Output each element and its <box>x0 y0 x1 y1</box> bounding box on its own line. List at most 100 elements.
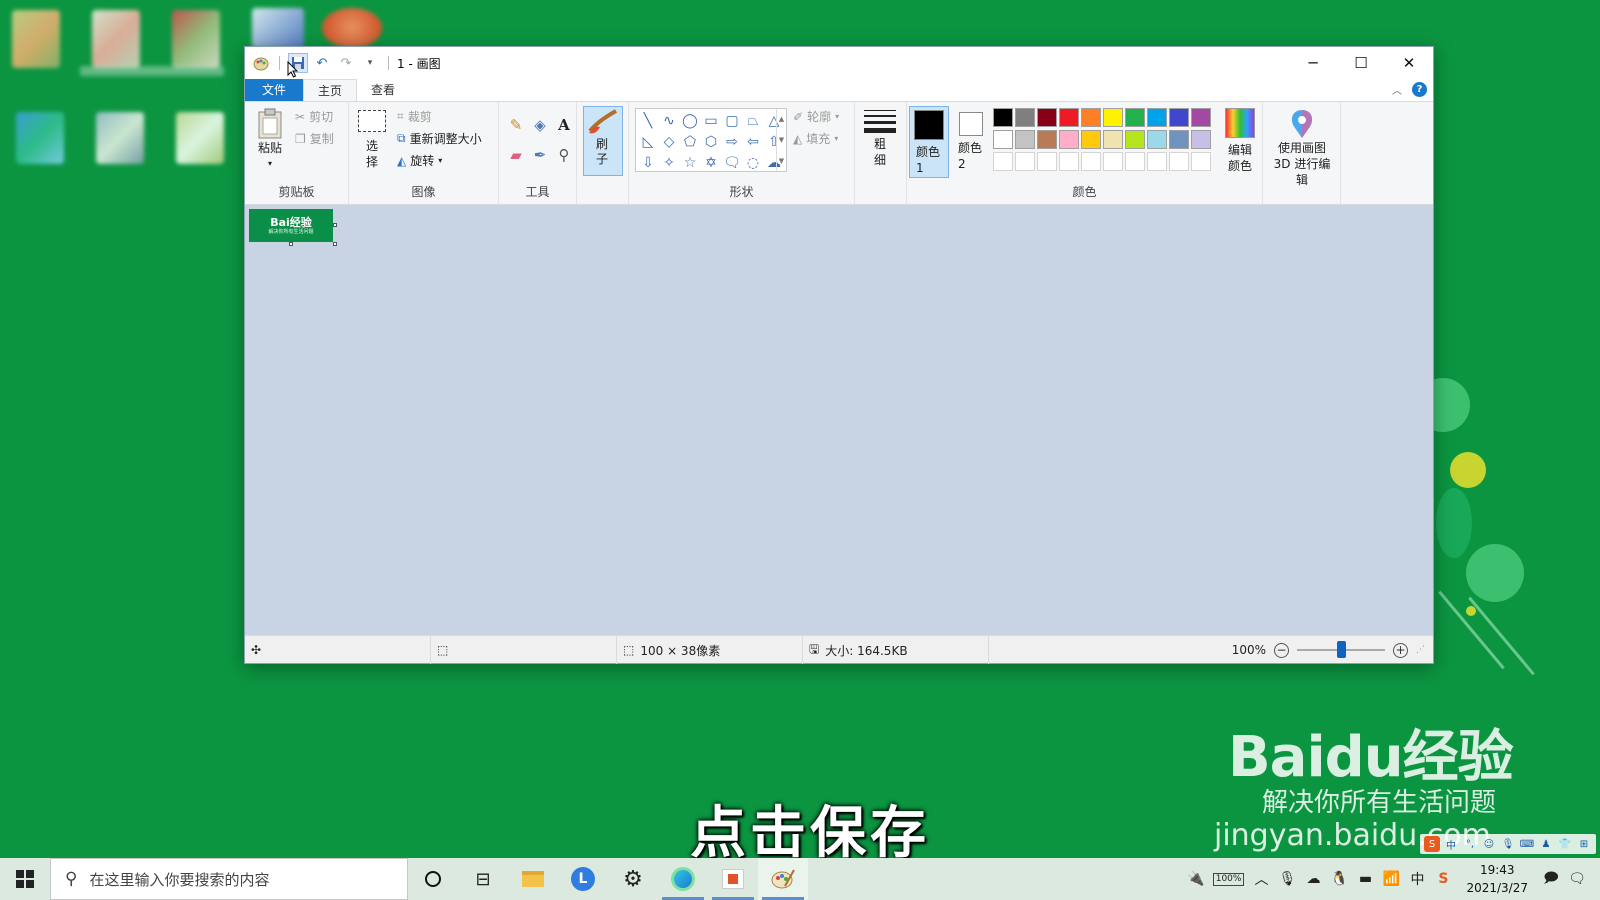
task-view-button[interactable]: ⊟ <box>458 858 508 900</box>
outline-button[interactable]: ✐ 轮廓 ▾ <box>793 108 839 125</box>
callout-oval-shape-icon[interactable]: ◌ <box>743 153 763 173</box>
palette-swatch[interactable] <box>993 130 1013 149</box>
line-shape-icon[interactable]: ╲ <box>638 111 658 131</box>
drawing-canvas[interactable]: Bai经验 解决你所有生活问题 <box>249 209 333 242</box>
palette-swatch[interactable] <box>1169 108 1189 127</box>
zoom-slider[interactable] <box>1297 641 1385 658</box>
zoom-out-button[interactable]: − <box>1274 642 1289 658</box>
tab-home[interactable]: 主页 <box>303 79 358 101</box>
palette-swatch[interactable] <box>1125 108 1145 127</box>
tab-file[interactable]: 文件 <box>245 79 303 101</box>
palette-swatch[interactable] <box>1191 130 1211 149</box>
desktop-icon[interactable] <box>252 8 304 48</box>
customize-toolbar-chevron-icon[interactable]: ▾ <box>360 53 380 73</box>
edge-taskbar-button[interactable] <box>658 858 708 900</box>
palette-swatch[interactable] <box>1015 108 1035 127</box>
sogou-tray-icon[interactable]: S <box>1434 871 1452 887</box>
callout-rect-shape-icon[interactable]: 🗨 <box>722 153 742 173</box>
palette-swatch[interactable] <box>1037 108 1057 127</box>
brushes-button[interactable]: 刷子 <box>583 106 623 176</box>
six-point-star-shape-icon[interactable]: ✡ <box>701 153 721 173</box>
fill-bucket-icon[interactable]: ◈ <box>529 114 551 136</box>
ime-mode-icon[interactable]: 中 <box>1408 869 1426 889</box>
fill-button[interactable]: ◭ 填充 ▾ <box>793 130 838 147</box>
desktop-icon[interactable] <box>172 10 220 68</box>
rectangle-shape-icon[interactable]: ▭ <box>701 111 721 131</box>
eraser-icon[interactable]: ▰ <box>505 144 527 166</box>
color1-button[interactable]: 颜色 1 <box>909 106 949 178</box>
pencil-icon[interactable]: ✎ <box>505 114 527 136</box>
palette-swatch[interactable] <box>1081 130 1101 149</box>
resize-handle-bottom[interactable] <box>289 242 293 246</box>
crop-button[interactable]: ⌗ 裁剪 <box>397 108 432 125</box>
ime-emoji-icon[interactable]: ☺ <box>1481 836 1497 852</box>
palette-swatch[interactable] <box>1037 152 1057 171</box>
hexagon-shape-icon[interactable]: ⬡ <box>701 132 721 152</box>
app-l-taskbar-button[interactable]: L <box>558 858 608 900</box>
text-icon[interactable]: A <box>553 114 575 136</box>
minimize-button[interactable]: ─ <box>1289 47 1337 79</box>
action-center-icon[interactable]: 🗨 <box>1568 871 1586 887</box>
polygon-shape-icon[interactable]: ⏢ <box>743 111 763 131</box>
tab-view[interactable]: 查看 <box>357 79 409 101</box>
battery-icon[interactable]: ▬ <box>1356 871 1374 887</box>
palette-swatch[interactable] <box>1103 130 1123 149</box>
ime-punctuation-icon[interactable]: °, <box>1462 836 1478 852</box>
qq-penguin-icon[interactable]: 🐧 <box>1330 871 1348 887</box>
palette-swatch[interactable] <box>1059 152 1079 171</box>
show-hidden-icons-chevron-icon[interactable]: ︿ <box>1252 869 1270 889</box>
palette-swatch[interactable] <box>1169 130 1189 149</box>
palette-swatch[interactable] <box>1125 152 1145 171</box>
palette-swatch[interactable] <box>1169 152 1189 171</box>
desktop-icon[interactable] <box>12 10 60 68</box>
palette-swatch[interactable] <box>1015 152 1035 171</box>
wifi-icon[interactable]: 📶 <box>1382 871 1400 887</box>
resize-button[interactable]: ⧉ 重新调整大小 <box>397 130 482 147</box>
size-button[interactable]: 粗细 <box>861 108 899 168</box>
oval-shape-icon[interactable]: ◯ <box>680 111 700 131</box>
paint3d-button[interactable]: 使用画图 3D 进行编辑 <box>1267 108 1337 188</box>
left-arrow-shape-icon[interactable]: ⇦ <box>743 132 763 152</box>
resize-grip-icon[interactable]: ⋰ <box>1416 645 1425 655</box>
edit-colors-button[interactable]: 编辑颜色 <box>1223 108 1257 174</box>
desktop-icon[interactable] <box>92 10 140 68</box>
redo-icon[interactable]: ↷ <box>336 53 356 73</box>
collapse-ribbon-chevron-icon[interactable]: ︿ <box>1392 82 1402 97</box>
four-point-star-shape-icon[interactable]: ✧ <box>659 153 679 173</box>
diamond-shape-icon[interactable]: ◇ <box>659 132 679 152</box>
rotate-button[interactable]: ◭ 旋转 ▾ <box>397 152 442 169</box>
file-explorer-taskbar-button[interactable] <box>508 858 558 900</box>
palette-swatch[interactable] <box>1125 130 1145 149</box>
desktop-icon[interactable] <box>16 112 64 164</box>
palette-swatch[interactable] <box>1015 130 1035 149</box>
zoom-slider-thumb[interactable] <box>1337 641 1346 658</box>
palette-swatch[interactable] <box>993 152 1013 171</box>
desktop-icon[interactable] <box>322 8 382 48</box>
maximize-button[interactable]: ☐ <box>1337 47 1385 79</box>
palette-swatch[interactable] <box>1191 152 1211 171</box>
palette-swatch[interactable] <box>1081 108 1101 127</box>
palette-swatch[interactable] <box>1147 108 1167 127</box>
right-triangle-shape-icon[interactable]: ◺ <box>638 132 658 152</box>
paint-taskbar-button[interactable] <box>758 858 808 900</box>
down-arrow-shape-icon[interactable]: ⇩ <box>638 153 658 173</box>
curve-shape-icon[interactable]: ∿ <box>659 111 679 131</box>
resize-handle-corner[interactable] <box>333 242 337 246</box>
canvas-area[interactable]: Bai经验 解决你所有生活问题 <box>245 205 1433 635</box>
five-point-star-shape-icon[interactable]: ☆ <box>680 153 700 173</box>
magnifier-icon[interactable]: ⚲ <box>553 144 575 166</box>
select-button[interactable]: 选择 <box>357 110 387 170</box>
palette-swatch[interactable] <box>1103 108 1123 127</box>
expand-gallery-icon[interactable]: ▼ <box>779 157 784 165</box>
palette-swatch[interactable] <box>1081 152 1101 171</box>
onedrive-cloud-icon[interactable]: ☁ <box>1304 871 1322 887</box>
ime-keyboard-icon[interactable]: ⌨ <box>1519 836 1535 852</box>
scroll-up-icon[interactable]: ▲ <box>779 115 784 123</box>
pentagon-shape-icon[interactable]: ⬠ <box>680 132 700 152</box>
power-plug-icon[interactable]: 🔌 <box>1187 871 1205 887</box>
cortana-button[interactable] <box>408 858 458 900</box>
palette-swatch[interactable] <box>1059 108 1079 127</box>
start-button[interactable] <box>0 858 50 900</box>
color-picker-icon[interactable]: ✒ <box>529 144 551 166</box>
color2-button[interactable]: 颜色 2 <box>951 106 991 178</box>
